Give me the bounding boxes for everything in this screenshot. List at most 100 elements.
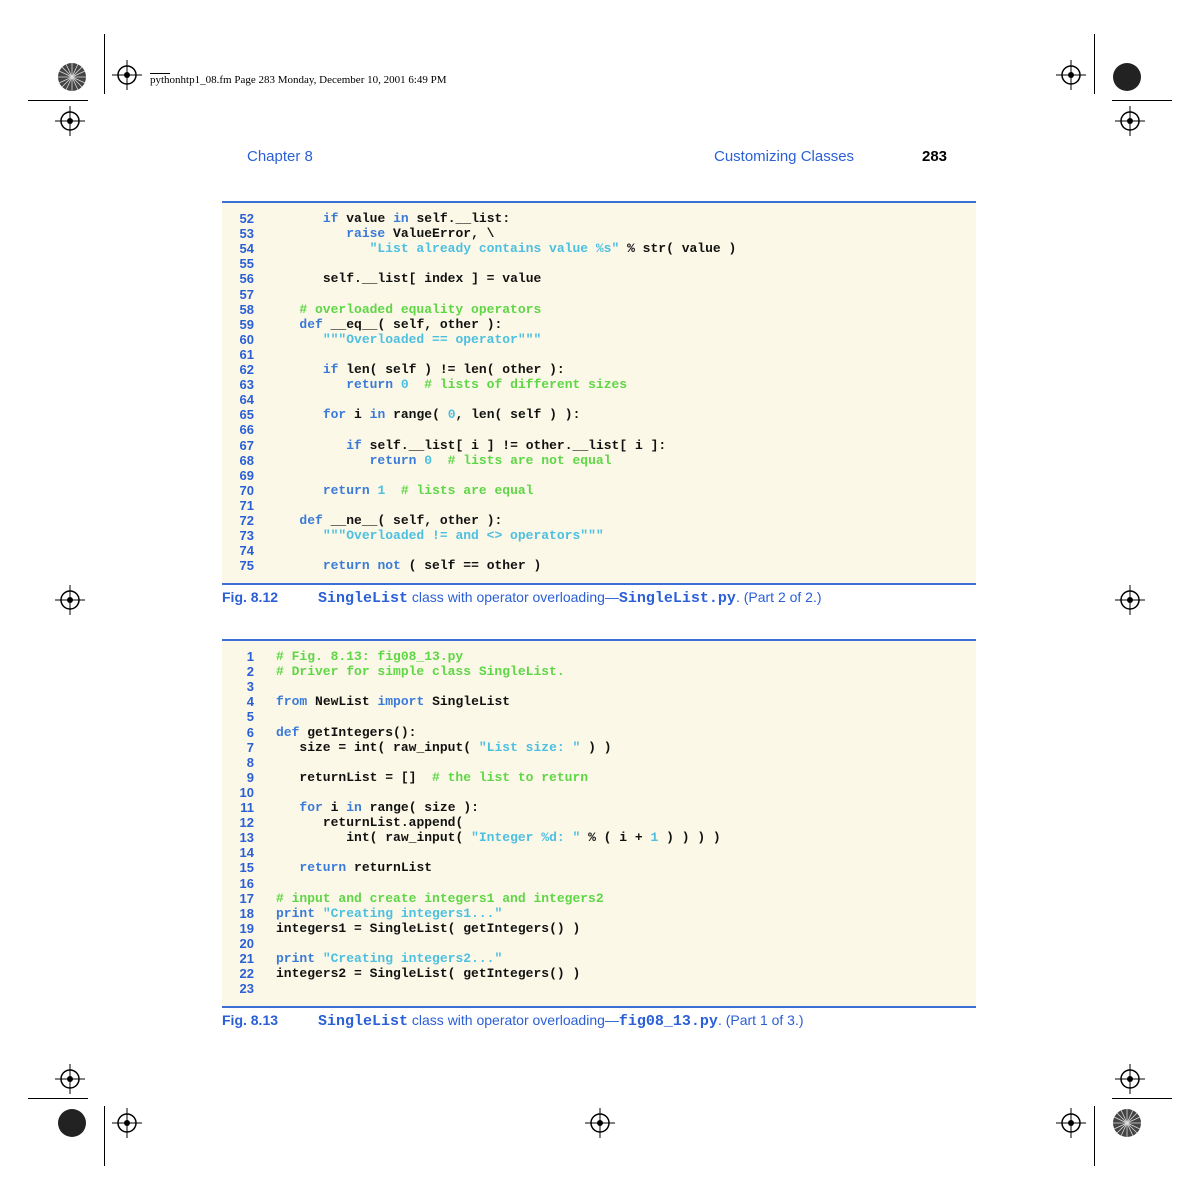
- solid-dot-icon: [1112, 62, 1142, 92]
- chapter-label: Chapter 8: [247, 148, 313, 165]
- figure-number: Fig. 8.13: [222, 1012, 279, 1028]
- code-text: from NewList import SingleList: [276, 694, 511, 710]
- figure-number: Fig. 8.12: [222, 589, 279, 605]
- line-number: 4: [246, 694, 254, 710]
- line-number: 58: [239, 301, 254, 317]
- registration-target-icon: [1115, 1064, 1145, 1094]
- code-text: def __eq__( self, other ):: [299, 316, 503, 332]
- class-name: SingleList: [318, 1013, 409, 1030]
- crop-mark: [104, 1106, 105, 1166]
- starburst-mark-icon: [1112, 1108, 1142, 1138]
- line-number: 63: [239, 377, 254, 393]
- line-number: 5: [246, 709, 254, 725]
- line-number: 12: [239, 815, 254, 831]
- line-number: 2: [246, 664, 254, 680]
- caption-phrase: class with operator overloading—: [408, 1012, 619, 1028]
- crop-mark: [28, 100, 88, 101]
- code-text: return 0 # lists are not equal: [369, 452, 612, 468]
- registration-target-icon: [585, 1108, 615, 1138]
- line-number: 53: [239, 226, 254, 242]
- caption-text: SingleList class with operator overloadi…: [318, 1013, 958, 1029]
- code-text: return 1 # lists are equal: [322, 482, 534, 498]
- code-text: return 0 # lists of different sizes: [346, 377, 628, 393]
- registration-target-icon: [1056, 1108, 1086, 1138]
- line-number: 23: [239, 981, 254, 997]
- line-number: 74: [239, 543, 254, 559]
- line-number: 65: [239, 407, 254, 423]
- line-number: 18: [239, 905, 254, 921]
- code-text: for i in range( size ):: [299, 800, 479, 815]
- line-number: 69: [239, 467, 254, 483]
- code-text: # overloaded equality operators: [299, 301, 542, 317]
- code-text: returnList.append(: [322, 815, 464, 831]
- code-text: def __ne__( self, other ):: [299, 513, 503, 528]
- figure-caption-8-13: Fig. 8.13 SingleList class with operator…: [222, 1013, 962, 1047]
- section-title: Customizing Classes: [714, 148, 855, 165]
- code-text: "List already contains value %s" % str( …: [369, 241, 737, 257]
- line-number: 67: [239, 437, 254, 453]
- line-number: 59: [239, 316, 254, 332]
- code-text: # Driver for simple class SingleList.: [276, 664, 565, 680]
- line-number: 72: [239, 513, 254, 528]
- line-number: 62: [239, 362, 254, 377]
- line-number: 9: [246, 769, 254, 785]
- line-number: 68: [239, 452, 254, 468]
- file-name: SingleList.py: [618, 590, 736, 607]
- code-text: self.__list[ index ] = value: [322, 271, 542, 287]
- line-number: 73: [239, 528, 254, 544]
- line-number: 54: [239, 241, 254, 257]
- code-text: integers2 = SingleList( getIntegers() ): [276, 966, 581, 982]
- line-number: 11: [240, 800, 254, 815]
- code-text: raise ValueError, \: [346, 226, 495, 242]
- registration-target-icon: [55, 1064, 85, 1094]
- registration-target-icon: [1115, 585, 1145, 615]
- registration-target-icon: [112, 60, 142, 90]
- crop-mark: [1112, 1098, 1172, 1099]
- line-number: 17: [239, 890, 254, 906]
- line-number: 57: [239, 286, 254, 302]
- registration-target-icon: [1056, 60, 1086, 90]
- code-text: integers1 = SingleList( getIntegers() ): [276, 920, 581, 936]
- file-name: fig08_13.py: [618, 1013, 718, 1030]
- line-number: 70: [239, 482, 254, 498]
- crop-mark: [1112, 100, 1172, 101]
- registration-target-icon: [55, 106, 85, 136]
- line-number: 60: [239, 331, 254, 347]
- figure-caption-8-12: Fig. 8.12 SingleList class with operator…: [222, 590, 962, 624]
- registration-target-icon: [1115, 106, 1145, 136]
- code-listing-fig-8-12: 52 if value in self.__list: 53 raise Valu…: [222, 201, 976, 585]
- line-number: 52: [239, 211, 254, 226]
- line-number: 55: [239, 256, 254, 272]
- crop-mark: [28, 1098, 88, 1099]
- registration-target-icon: [55, 585, 85, 615]
- line-number: 66: [239, 422, 254, 438]
- code-text: if len( self ) != len( other ):: [322, 362, 565, 377]
- code-text: # Fig. 8.13: fig08_13.py: [276, 649, 464, 664]
- code-text: return not ( self == other ): [322, 558, 542, 574]
- code-text: for i in range( 0, len( self ) ):: [322, 407, 581, 423]
- crop-mark: [1094, 34, 1095, 94]
- line-number: 22: [239, 966, 254, 982]
- line-number: 19: [239, 920, 254, 936]
- line-number: 13: [239, 830, 254, 846]
- code-text: """Overloaded == operator""": [322, 331, 542, 347]
- line-number: 8: [246, 754, 254, 770]
- line-number: 71: [239, 497, 254, 513]
- line-number: 75: [239, 558, 254, 574]
- starburst-mark-icon: [57, 62, 87, 92]
- crop-mark: [1094, 1106, 1095, 1166]
- code-text: if self.__list[ i ] != other.__list[ i ]…: [346, 437, 667, 453]
- line-number: 20: [239, 935, 254, 951]
- registration-target-icon: [112, 1108, 142, 1138]
- code-text: print "Creating integers1...": [276, 905, 503, 921]
- solid-dot-icon: [57, 1108, 87, 1138]
- line-number: 64: [239, 392, 254, 408]
- code-text: def getIntegers():: [276, 724, 417, 740]
- line-number: 15: [239, 860, 254, 876]
- slug-rule: [150, 73, 170, 74]
- caption-text: SingleList class with operator overloadi…: [318, 590, 958, 606]
- crop-mark: [104, 34, 105, 94]
- caption-phrase: class with operator overloading—: [408, 589, 619, 605]
- class-name: SingleList: [318, 590, 409, 607]
- code-text: print "Creating integers2...": [276, 951, 503, 966]
